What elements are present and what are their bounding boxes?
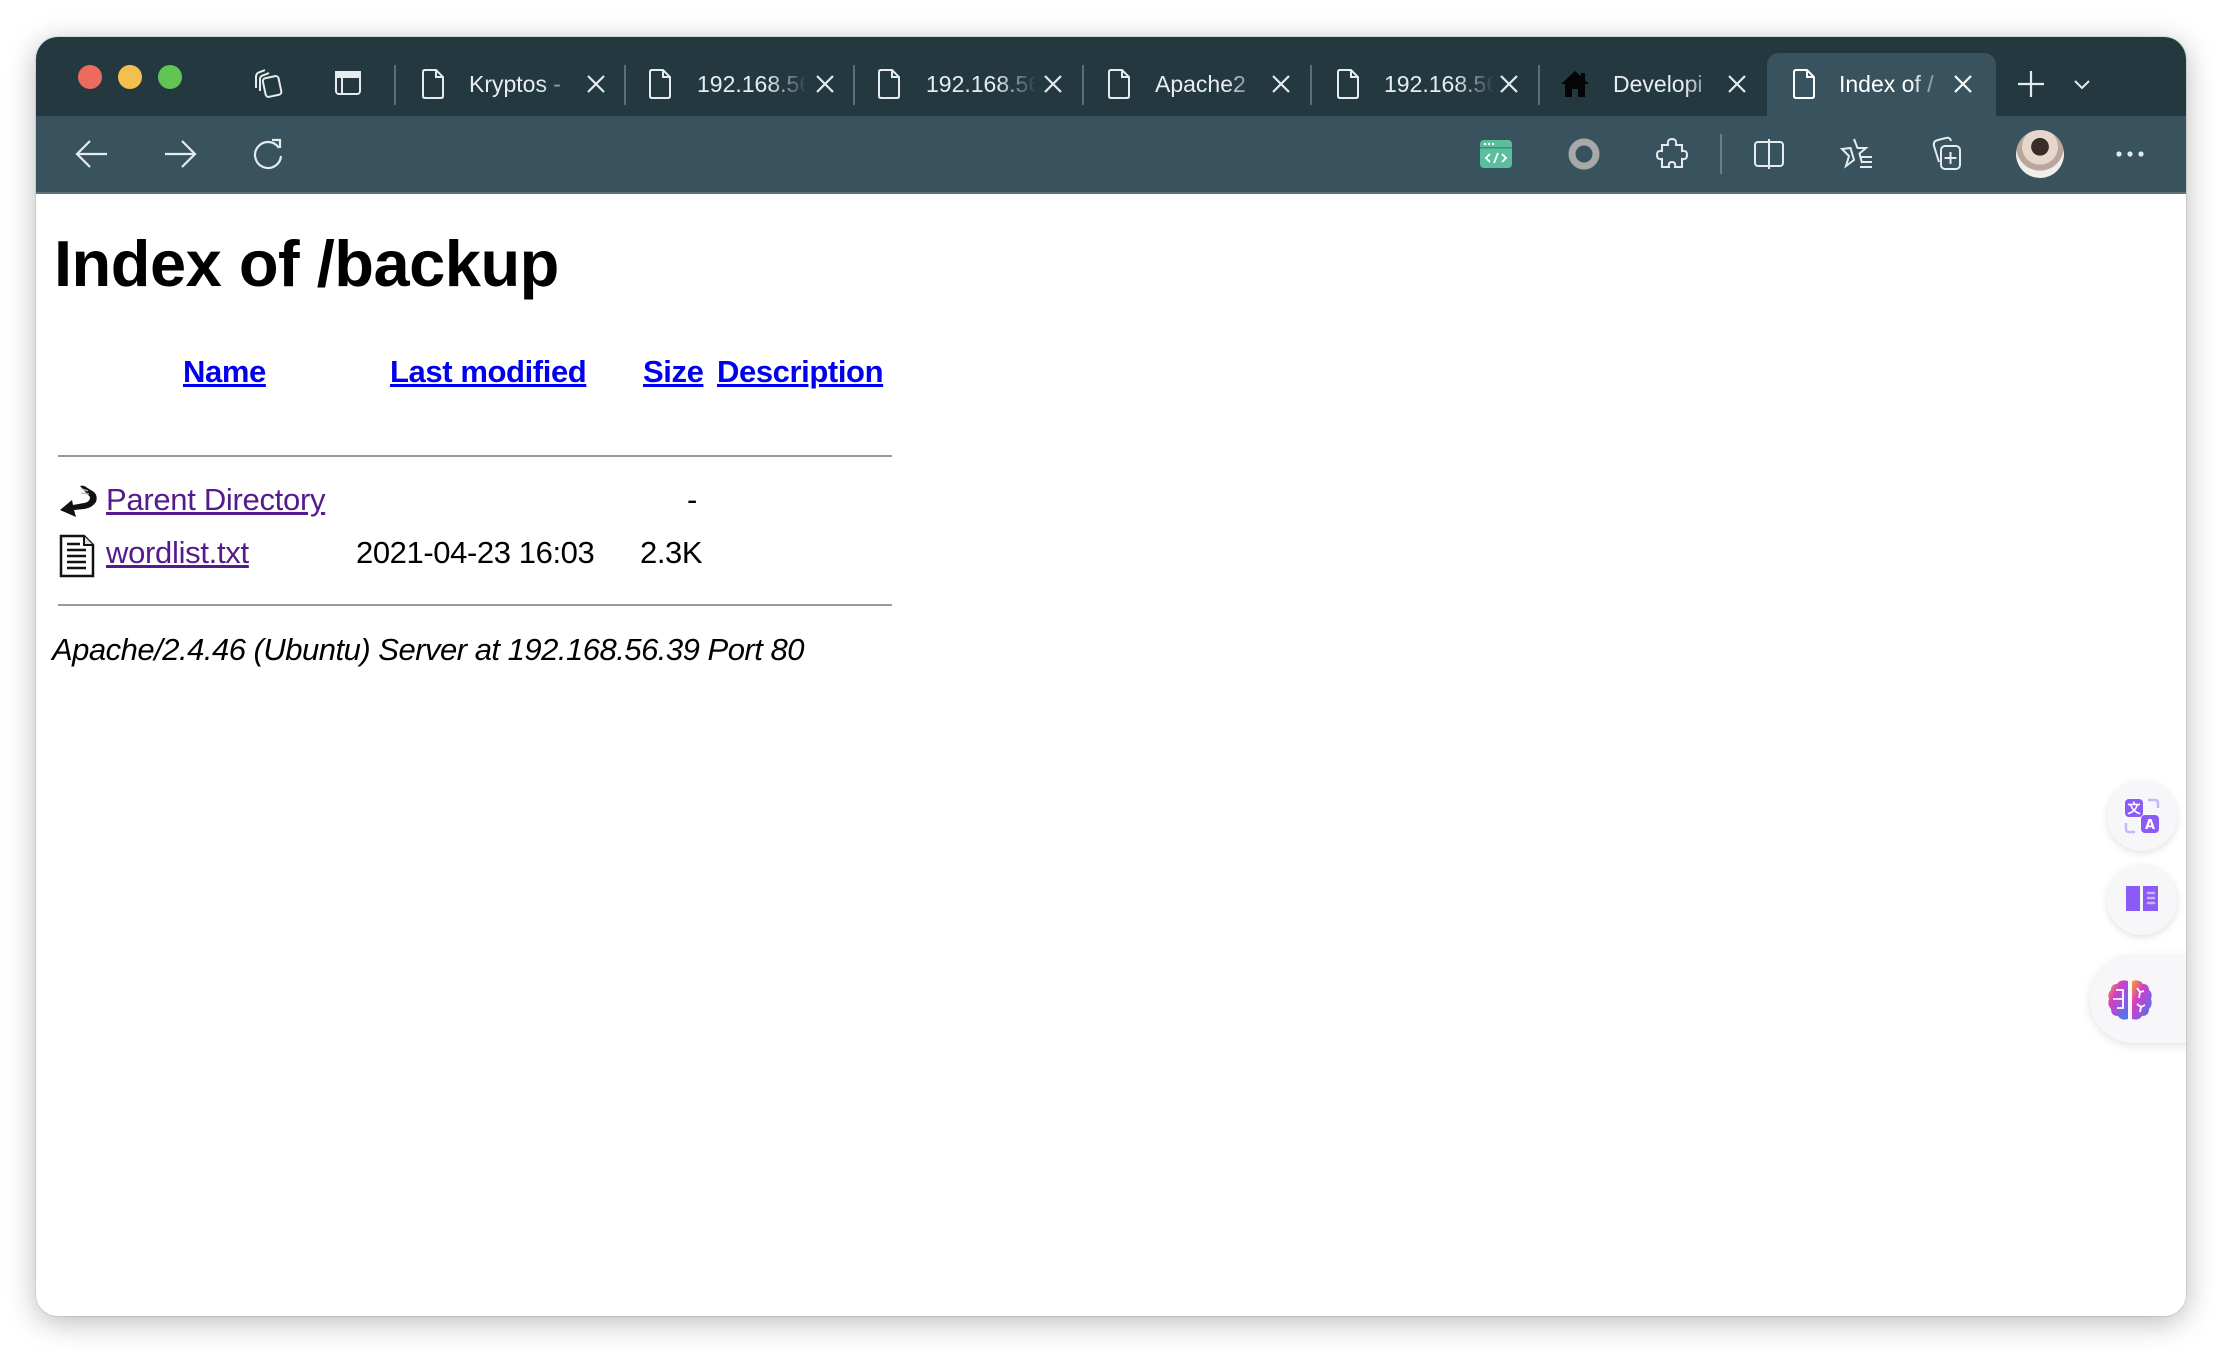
page-icon bbox=[1337, 69, 1359, 99]
page-title: Index of /backup bbox=[54, 227, 559, 300]
extensions-button[interactable] bbox=[1650, 132, 1694, 176]
tab-actions-menu-button[interactable] bbox=[2060, 62, 2104, 106]
new-tab-button[interactable] bbox=[2009, 62, 2053, 106]
extension-circle-button[interactable] bbox=[1562, 132, 1606, 176]
tab-apache2[interactable]: Apache2 bbox=[1087, 53, 1315, 116]
divider bbox=[58, 604, 892, 606]
navigation-toolbar: 不安全 192.168.56.39/backup/ bbox=[36, 116, 2186, 262]
tab-title: Index of / bbox=[1839, 71, 1934, 97]
tab-title: Developi bbox=[1613, 71, 1703, 97]
more-horizontal-icon bbox=[2116, 151, 2144, 157]
puzzle-icon bbox=[1655, 137, 1689, 168]
tab-title: 192.168.56. bbox=[926, 71, 1036, 97]
page-icon bbox=[422, 69, 444, 99]
column-header-last-modified[interactable]: Last modified bbox=[390, 352, 587, 392]
tab-separator bbox=[1082, 65, 1084, 105]
split-screen-button[interactable] bbox=[1747, 132, 1791, 176]
page-icon bbox=[649, 69, 671, 99]
translate-icon: 文 A bbox=[2124, 798, 2160, 834]
translate-button[interactable]: 文 A bbox=[2107, 781, 2177, 851]
arrow-right-icon bbox=[165, 140, 197, 168]
plus-icon bbox=[2018, 71, 2044, 97]
tab-separator bbox=[1310, 65, 1312, 105]
file-link-wordlist[interactable]: wordlist.txt bbox=[106, 533, 249, 573]
tab-192-168-c[interactable]: 192.168.56. bbox=[1315, 53, 1543, 116]
refresh-icon bbox=[253, 138, 283, 170]
minimize-window-button[interactable] bbox=[118, 65, 142, 89]
forward-button[interactable] bbox=[158, 132, 202, 176]
tab-title: Apache2 bbox=[1155, 71, 1246, 97]
close-icon[interactable] bbox=[1724, 71, 1750, 97]
arrow-left-icon bbox=[75, 140, 107, 168]
file-size: 2.3K bbox=[640, 535, 703, 570]
tab-192-168-a[interactable]: 192.168.56. bbox=[629, 53, 857, 116]
tab-title: 192.168.56. bbox=[697, 71, 807, 97]
text-file-icon bbox=[59, 534, 95, 578]
file-size: - bbox=[687, 482, 697, 517]
ai-assistant-button[interactable] bbox=[2090, 956, 2186, 1043]
svg-text:文: 文 bbox=[2127, 801, 2141, 817]
tab-title: 192.168.56. bbox=[1384, 71, 1494, 97]
devtools-extension-button[interactable] bbox=[1474, 132, 1518, 176]
close-icon[interactable] bbox=[1950, 71, 1976, 97]
close-icon[interactable] bbox=[812, 71, 838, 97]
close-icon[interactable] bbox=[1496, 71, 1522, 97]
file-link-parent-directory[interactable]: Parent Directory bbox=[106, 480, 325, 520]
reader-mode-button[interactable] bbox=[2107, 865, 2177, 935]
tab-separator bbox=[1538, 65, 1540, 105]
toolbar-separator bbox=[1720, 134, 1722, 174]
fullscreen-window-button[interactable] bbox=[158, 65, 182, 89]
page-icon bbox=[1793, 69, 1815, 99]
code-window-icon bbox=[1480, 140, 1512, 168]
close-window-button[interactable] bbox=[78, 65, 102, 89]
server-signature: Apache/2.4.46 (Ubuntu) Server at 192.168… bbox=[52, 632, 804, 667]
home-icon bbox=[1561, 71, 1589, 97]
brain-icon bbox=[2108, 979, 2152, 1020]
chevron-down-icon bbox=[2074, 80, 2090, 90]
page-icon bbox=[878, 69, 900, 99]
split-screen-icon bbox=[1754, 139, 1784, 169]
tab-developi[interactable]: Developi bbox=[1543, 53, 1767, 116]
back-button[interactable] bbox=[70, 132, 114, 176]
column-header-size[interactable]: Size bbox=[643, 352, 704, 392]
back-arrow-icon bbox=[60, 485, 97, 517]
tab-kryptos[interactable]: Kryptos - bbox=[401, 53, 623, 116]
workspaces-button[interactable] bbox=[246, 61, 290, 105]
sidebar-icon bbox=[335, 71, 361, 95]
book-icon bbox=[2126, 886, 2158, 915]
profile-avatar[interactable] bbox=[2016, 130, 2064, 178]
collections-button[interactable] bbox=[1925, 132, 1969, 176]
favorites-list-icon bbox=[1839, 138, 1872, 169]
tab-192-168-b[interactable]: 192.168.56. bbox=[858, 53, 1086, 116]
close-icon[interactable] bbox=[1040, 71, 1066, 97]
column-header-description[interactable]: Description bbox=[717, 352, 884, 392]
ring-icon bbox=[1568, 138, 1600, 170]
tab-separator bbox=[394, 65, 396, 105]
column-header-name[interactable]: Name bbox=[183, 352, 266, 392]
tab-separator bbox=[853, 65, 855, 105]
page-content: Index of /backup Name Last modified Size… bbox=[36, 194, 2186, 1316]
refresh-button[interactable] bbox=[246, 132, 290, 176]
workspaces-icon bbox=[255, 69, 283, 98]
tab-separator bbox=[624, 65, 626, 105]
favorites-button[interactable] bbox=[1835, 132, 1879, 176]
tab-bar: Kryptos - 192.168.56. 192.168.56. Apache… bbox=[36, 37, 2186, 116]
svg-text:A: A bbox=[2145, 818, 2155, 833]
divider bbox=[58, 455, 892, 457]
vertical-tabs-button[interactable] bbox=[326, 61, 370, 105]
file-last-modified: 2021-04-23 16:03 bbox=[356, 535, 595, 570]
page-icon bbox=[1108, 69, 1130, 99]
tab-index-of-backup[interactable]: Index of / bbox=[1767, 53, 1996, 116]
close-icon[interactable] bbox=[583, 71, 609, 97]
tab-title: Kryptos - bbox=[469, 71, 562, 97]
collections-icon bbox=[1932, 136, 1961, 170]
close-icon[interactable] bbox=[1268, 71, 1294, 97]
settings-more-button[interactable] bbox=[2108, 132, 2152, 176]
browser-window: Kryptos - 192.168.56. 192.168.56. Apache… bbox=[36, 37, 2186, 1316]
